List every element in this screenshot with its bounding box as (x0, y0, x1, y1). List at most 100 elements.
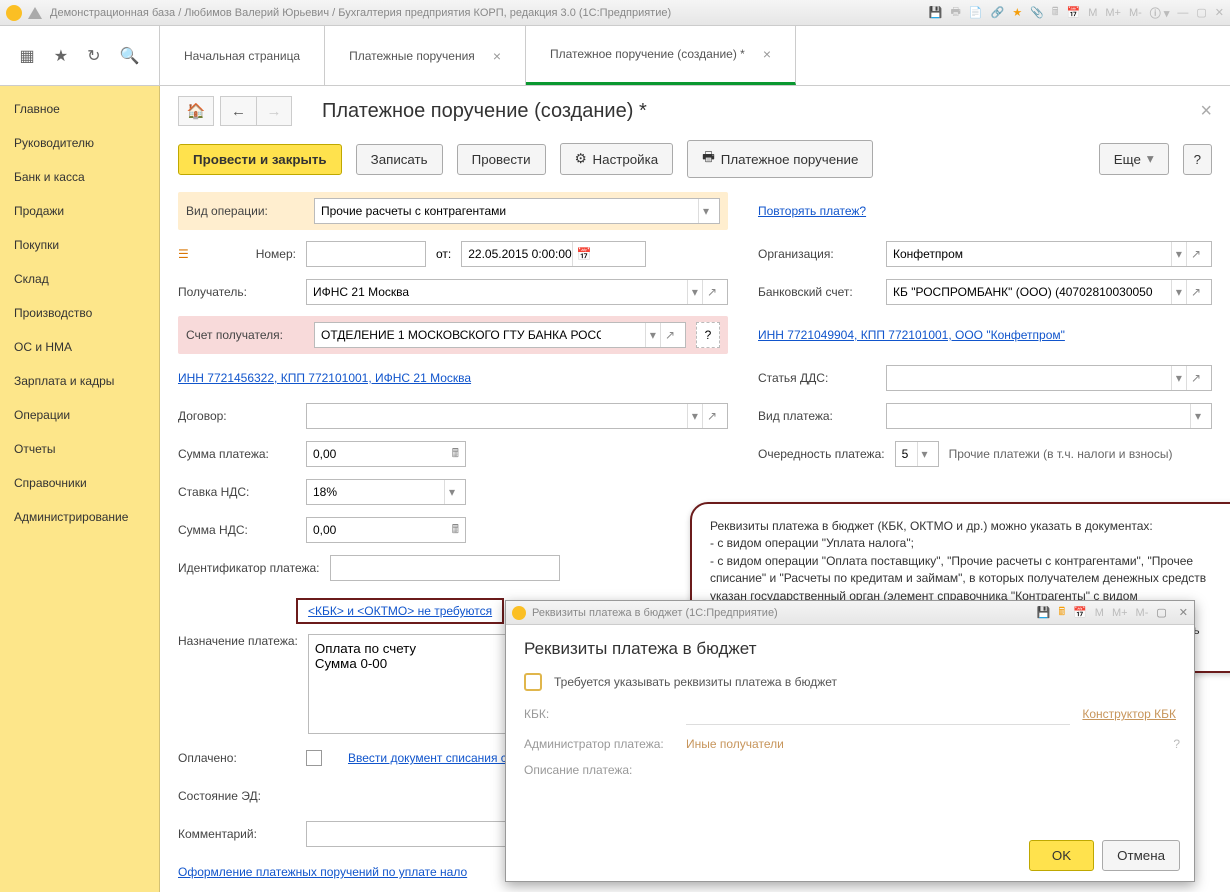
modal-close-icon[interactable]: ✕ (1179, 606, 1188, 619)
list-icon[interactable]: ☰ (178, 247, 198, 261)
open-icon[interactable]: ↗ (660, 323, 679, 347)
open-icon[interactable]: ↗ (1186, 366, 1205, 390)
calc-icon[interactable]: 🖩 (452, 520, 459, 541)
bottom-link[interactable]: Оформление платежных поручений по уплате… (178, 865, 467, 879)
home-button[interactable]: 🏠 (178, 96, 214, 126)
chevron-down-icon[interactable]: ▾ (917, 442, 932, 466)
sidebar-item-12[interactable]: Администрирование (0, 500, 159, 534)
modal-save-icon[interactable]: 💾 (1037, 606, 1051, 619)
modal-restore-icon[interactable]: ▢ (1156, 606, 1166, 619)
calendar-icon[interactable]: 📅 (572, 242, 596, 266)
chevron-down-icon[interactable]: ▾ (1171, 280, 1186, 304)
tab-0[interactable]: Начальная страница (160, 26, 325, 85)
repeat-payment-link[interactable]: Повторять платеж? (758, 204, 866, 218)
tab-2[interactable]: Платежное поручение (создание) *× (526, 26, 796, 85)
vat-rate-select[interactable]: 18%▾ (306, 479, 466, 505)
sidebar-item-3[interactable]: Продажи (0, 194, 159, 228)
write-button[interactable]: Записать (356, 144, 443, 175)
sidebar-item-11[interactable]: Справочники (0, 466, 159, 500)
app-dropdown-icon[interactable] (28, 7, 42, 19)
open-icon[interactable]: ↗ (702, 404, 721, 428)
chevron-down-icon[interactable]: ▾ (1190, 404, 1205, 428)
modal-mplus-icon[interactable]: M+ (1112, 607, 1128, 619)
operation-select[interactable]: Прочие расчеты с контрагентами▾ (314, 198, 720, 224)
info-icon[interactable]: ⓘ ▾ (1150, 5, 1170, 21)
acct-help-button[interactable]: ? (696, 322, 720, 348)
more-button[interactable]: Еще (1099, 143, 1169, 175)
inn-right-link[interactable]: ИНН 7721049904, КПП 772101001, ООО "Конф… (758, 328, 1065, 342)
chevron-down-icon[interactable]: ▾ (687, 404, 702, 428)
sidebar-item-7[interactable]: ОС и НМА (0, 330, 159, 364)
modal-kbk-input[interactable] (686, 703, 1070, 725)
sidebar-item-1[interactable]: Руководителю (0, 126, 159, 160)
save-icon[interactable]: 💾 (929, 6, 943, 19)
paid-checkbox[interactable] (306, 750, 322, 766)
sidebar-item-9[interactable]: Операции (0, 398, 159, 432)
chevron-down-icon[interactable]: ▾ (698, 199, 713, 223)
chevron-down-icon[interactable]: ▾ (1171, 242, 1186, 266)
payment-id-input[interactable] (330, 555, 560, 581)
chevron-down-icon[interactable]: ▾ (645, 323, 660, 347)
open-icon[interactable]: ↗ (702, 280, 721, 304)
modal-help-icon[interactable]: ? (1173, 737, 1180, 751)
recipient-acct-select[interactable]: ОТДЕЛЕНИЕ 1 МОСКОВСКОГО ГТУ БАНКА РОССИИ… (314, 322, 686, 348)
chevron-down-icon[interactable]: ▾ (444, 480, 459, 504)
open-icon[interactable]: ↗ (1186, 280, 1205, 304)
close-content-icon[interactable]: × (1200, 100, 1212, 123)
calc-icon[interactable]: 🖩 (1052, 3, 1059, 22)
tab-1[interactable]: Платежные поручения× (325, 26, 526, 85)
settings-button[interactable]: ⚙Настройка (560, 143, 674, 175)
modal-calendar-icon[interactable]: 📅 (1073, 606, 1087, 619)
modal-kbk-link[interactable]: Конструктор КБК (1082, 707, 1176, 721)
doc-icon[interactable]: 📄 (969, 6, 983, 19)
nav-forward-button[interactable]: → (256, 96, 292, 126)
minimize-icon[interactable]: — (1177, 7, 1188, 19)
modal-calc-icon[interactable]: 🖩 (1058, 603, 1065, 622)
m-icon[interactable]: M (1088, 7, 1097, 19)
help-button[interactable]: ? (1183, 144, 1212, 175)
kbk-oktmo-link[interactable]: <КБК> и <ОКТМО> не требуются (308, 604, 492, 618)
print-payment-button[interactable]: 🖶Платежное поручение (687, 140, 873, 178)
sidebar-item-6[interactable]: Производство (0, 296, 159, 330)
modal-cancel-button[interactable]: Отмена (1102, 840, 1180, 871)
sum-input[interactable]: 0,00🖩 (306, 441, 466, 467)
sidebar-item-2[interactable]: Банк и касса (0, 160, 159, 194)
modal-m-icon[interactable]: M (1095, 607, 1104, 619)
open-icon[interactable]: ↗ (1186, 242, 1205, 266)
contract-select[interactable]: ▾↗ (306, 403, 728, 429)
close-window-icon[interactable]: ✕ (1215, 6, 1224, 19)
dds-select[interactable]: ▾↗ (886, 365, 1212, 391)
history-icon[interactable]: ↻ (87, 46, 100, 66)
tab-close-icon[interactable]: × (763, 46, 771, 62)
queue-select[interactable]: 5▾ (895, 441, 939, 467)
calc-icon[interactable]: 🖩 (452, 444, 459, 465)
pay-type-select[interactable]: ▾ (886, 403, 1212, 429)
clip-icon[interactable]: 📎 (1030, 6, 1044, 19)
vat-sum-input[interactable]: 0,00🖩 (306, 517, 466, 543)
bank-account-select[interactable]: КБ "РОСПРОМБАНК" (ООО) (4070281003005006… (886, 279, 1212, 305)
chevron-down-icon[interactable]: ▾ (687, 280, 702, 304)
sidebar-item-10[interactable]: Отчеты (0, 432, 159, 466)
print-icon[interactable]: 🖶 (951, 3, 961, 22)
mminus-icon[interactable]: M- (1129, 7, 1142, 19)
number-input[interactable] (306, 241, 426, 267)
post-button[interactable]: Провести (457, 144, 546, 175)
calendar-icon[interactable]: 📅 (1067, 6, 1081, 19)
search-icon[interactable]: 🔍 (120, 46, 140, 66)
modal-mminus-icon[interactable]: M- (1136, 607, 1149, 619)
apps-icon[interactable]: ▦ (20, 46, 35, 66)
star-icon[interactable]: ★ (1012, 6, 1022, 19)
sidebar-item-4[interactable]: Покупки (0, 228, 159, 262)
favorite-icon[interactable]: ★ (54, 46, 68, 66)
sidebar-item-8[interactable]: Зарплата и кадры (0, 364, 159, 398)
date-input[interactable]: 22.05.2015 0:00:00📅 (461, 241, 646, 267)
chevron-down-icon[interactable]: ▾ (1171, 366, 1186, 390)
modal-ok-button[interactable]: OK (1029, 840, 1094, 871)
org-select[interactable]: Конфетпром▾↗ (886, 241, 1212, 267)
mplus-icon[interactable]: M+ (1105, 7, 1121, 19)
modal-require-checkbox[interactable] (524, 673, 542, 691)
link-icon[interactable]: 🔗 (991, 6, 1005, 19)
nav-back-button[interactable]: ← (220, 96, 256, 126)
sidebar-item-0[interactable]: Главное (0, 92, 159, 126)
post-and-close-button[interactable]: Провести и закрыть (178, 144, 342, 175)
